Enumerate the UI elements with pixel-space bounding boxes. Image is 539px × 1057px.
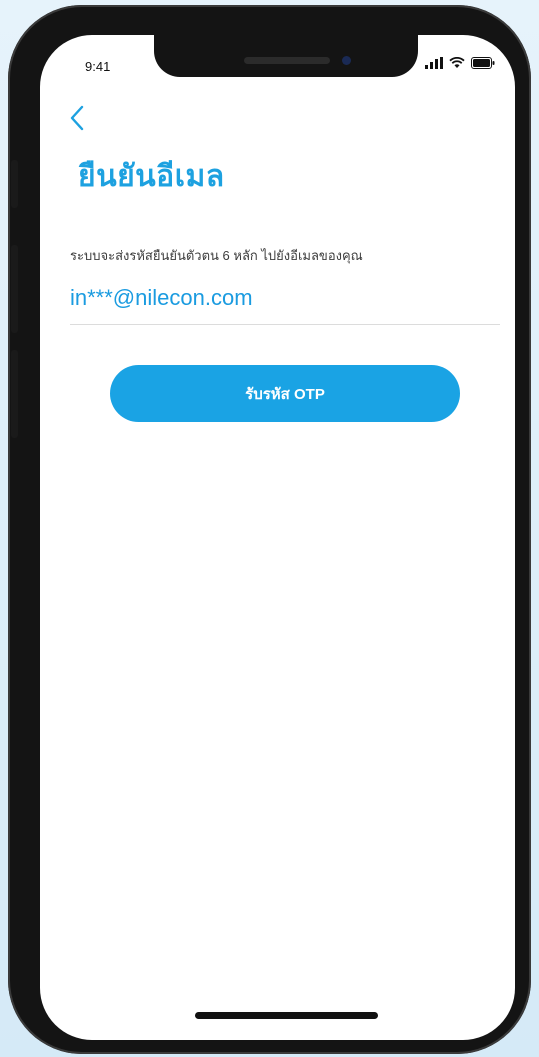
page-title: ยืนยันอีเมล xyxy=(78,160,225,193)
phone-frame: 9:41 ยืนยันอีเมล ระบบจะส่งรหัสยืนยันตัวต… xyxy=(8,5,531,1054)
screen: 9:41 ยืนยันอีเมล ระบบจะส่งรหัสยืนยันตัวต… xyxy=(40,35,515,1040)
back-button[interactable] xyxy=(62,105,92,135)
status-time: 9:41 xyxy=(85,59,111,74)
otp-description: ระบบจะส่งรหัสยืนยันตัวตน 6 หลัก ไปยังอีเ… xyxy=(70,248,363,263)
request-otp-button[interactable]: รับรหัส OTP xyxy=(110,365,460,422)
speaker-grille xyxy=(244,57,330,64)
home-indicator xyxy=(195,1012,378,1019)
mute-switch xyxy=(11,160,18,208)
battery-icon xyxy=(471,57,495,69)
volume-up-button xyxy=(11,245,18,333)
masked-email: in***@nilecon.com xyxy=(70,285,253,310)
front-camera xyxy=(342,56,351,65)
volume-down-button xyxy=(11,350,18,438)
status-icons xyxy=(425,57,495,69)
wifi-icon xyxy=(449,57,465,69)
email-divider xyxy=(70,324,500,325)
chevron-left-icon xyxy=(69,105,85,136)
notch xyxy=(154,35,418,77)
request-otp-label: รับรหัส OTP xyxy=(245,385,325,403)
signal-icon xyxy=(425,57,443,69)
